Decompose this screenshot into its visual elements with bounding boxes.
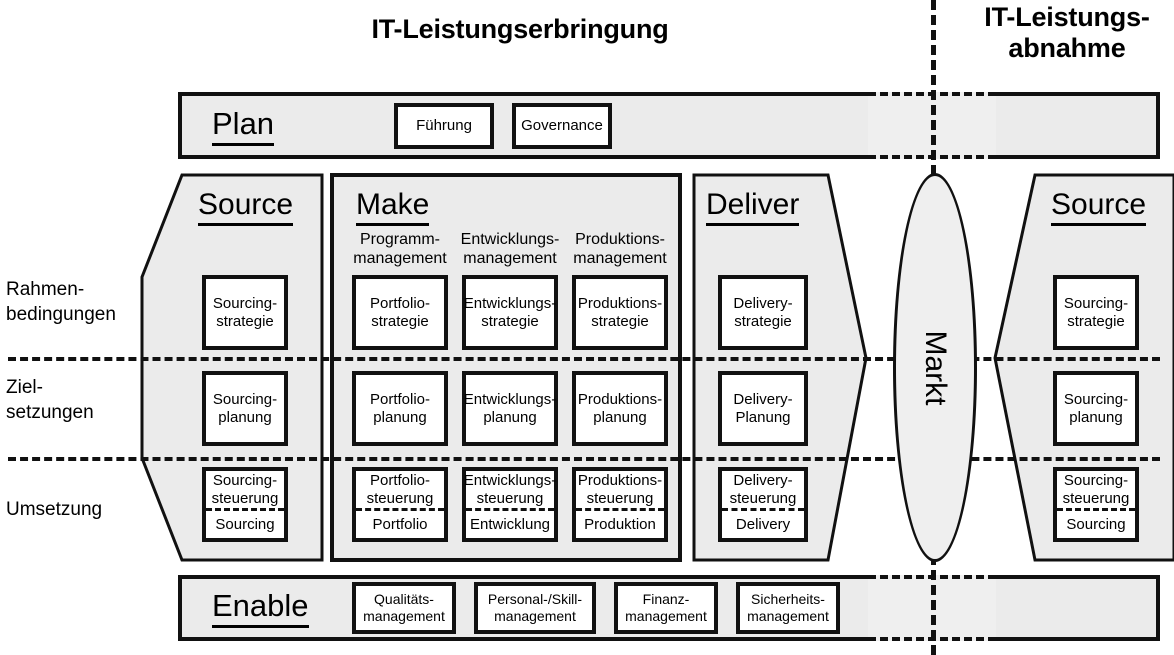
box-sourcing-strategie-right[interactable]: Sourcing- strategie [1053, 275, 1139, 350]
title-it-leistungserbringung: IT-Leistungserbringung [371, 14, 669, 44]
plan-box-fuehrung[interactable]: Führung [394, 102, 494, 149]
markt-ellipse: Markt [893, 173, 977, 562]
title-it-leistungsabnahme: IT-Leistungs- abnahme [984, 2, 1150, 63]
box-entwicklungs-strategie[interactable]: Entwicklungs- strategie [462, 275, 558, 350]
box-sourcing-planung-right[interactable]: Sourcing- planung [1053, 371, 1139, 446]
enable-box-personal-skill-management[interactable]: Personal-/Skill- management [474, 582, 596, 634]
box-sourcing-planung-left[interactable]: Sourcing- planung [202, 371, 288, 446]
box-portfolio-strategie[interactable]: Portfolio- strategie [352, 275, 448, 350]
column-source-left: Source Sourcing- strategie Sourcing- pla… [140, 173, 324, 562]
plan-bar-title: Plan [212, 106, 275, 146]
row-separator-rahmenbedingungen-zielsetzungen [8, 357, 1160, 361]
row-label-rahmenbedingungen: Rahmen- bedingungen [6, 279, 116, 325]
plan-bar: Plan Führung Governance [178, 92, 1160, 159]
plan-box-governance[interactable]: Governance [512, 102, 612, 149]
row-separator-zielsetzungen-umsetzung [8, 457, 1160, 461]
enable-box-finanzmanagement[interactable]: Finanz- management [614, 582, 718, 634]
enable-bar-title: Enable [212, 588, 309, 628]
box-entwicklungs-planung[interactable]: Entwicklungs- planung [462, 371, 558, 446]
box-entwicklungs-steuerung[interactable]: Entwicklungs- steuerung Entwicklung [462, 467, 558, 542]
box-produktions-steuerung[interactable]: Produktions- steuerung Produktion [572, 467, 668, 542]
column-deliver: Deliver Delivery- strategie Delivery- Pl… [692, 173, 868, 562]
markt-label: Markt [919, 330, 952, 405]
box-sourcing-steuerung-left[interactable]: Sourcing- steuerung Sourcing [202, 467, 288, 542]
row-label-umsetzung: Umsetzung [6, 499, 103, 520]
box-delivery-steuerung[interactable]: Delivery- steuerung Delivery [718, 467, 808, 542]
diagram-canvas: IT-Leistungserbringung IT-Leistungs- abn… [0, 0, 1174, 655]
column-title-source-left: Source [198, 188, 294, 226]
enable-box-qualitaetsmanagement[interactable]: Qualitäts- management [352, 582, 456, 634]
enable-bar: Enable Qualitäts- management Personal-/S… [178, 575, 1160, 641]
subhead-entwicklungs-management: Entwicklungs- management [460, 231, 560, 267]
box-delivery-planung[interactable]: Delivery- Planung [718, 371, 808, 446]
enable-bar-box-group: Qualitäts- management Personal-/Skill- m… [352, 582, 840, 634]
column-title-source-right: Source [1051, 188, 1147, 226]
column-title-make: Make [356, 188, 430, 226]
column-title-deliver: Deliver [706, 188, 800, 226]
box-produktions-strategie[interactable]: Produktions- strategie [572, 275, 668, 350]
column-make: Make Programm- management Entwicklungs- … [330, 173, 682, 562]
enable-box-sicherheitsmanagement[interactable]: Sicherheits- management [736, 582, 840, 634]
subhead-programm-management: Programm- management [353, 231, 447, 267]
plan-bar-box-group: Führung Governance [394, 102, 612, 149]
column-source-right: Source Sourcing- strategie Sourcing- pla… [993, 173, 1174, 562]
row-label-zielsetzungen: Ziel- setzungen [6, 377, 94, 423]
box-delivery-strategie[interactable]: Delivery- strategie [718, 275, 808, 350]
box-portfolio-planung[interactable]: Portfolio- planung [352, 371, 448, 446]
box-portfolio-steuerung[interactable]: Portfolio- steuerung Portfolio [352, 467, 448, 542]
subhead-produktions-management: Produktions- management [573, 231, 667, 267]
box-produktions-planung[interactable]: Produktions- planung [572, 371, 668, 446]
box-sourcing-steuerung-right[interactable]: Sourcing- steuerung Sourcing [1053, 467, 1139, 542]
box-sourcing-strategie-left[interactable]: Sourcing- strategie [202, 275, 288, 350]
